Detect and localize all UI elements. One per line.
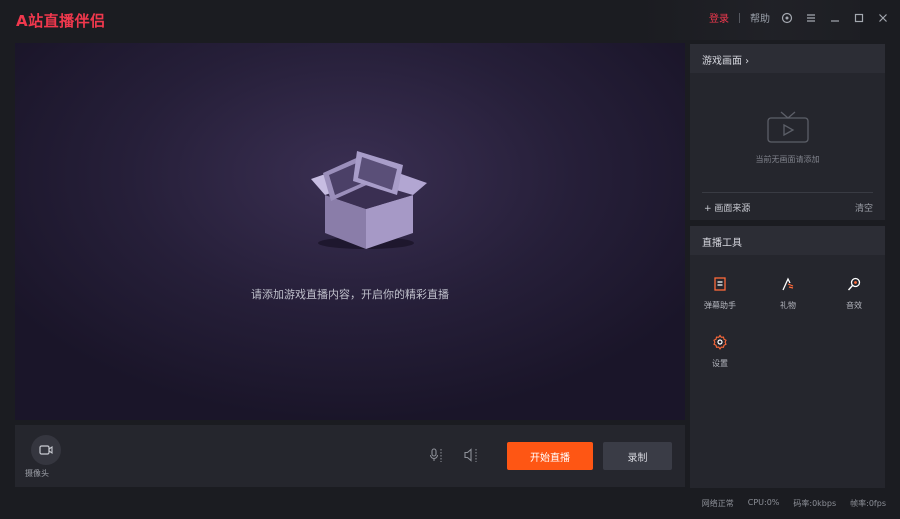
tool-danmaku[interactable]: 弹幕助手 bbox=[694, 276, 746, 311]
scene-empty-text: 当前无画面请添加 bbox=[755, 155, 820, 164]
control-bar: 摄像头 开始直播 录制 bbox=[15, 425, 685, 487]
tool-label: 弹幕助手 bbox=[704, 301, 736, 310]
empty-box-icon bbox=[311, 151, 427, 249]
tool-label: 音效 bbox=[846, 301, 862, 310]
camera-button[interactable] bbox=[31, 435, 61, 465]
microphone-icon[interactable] bbox=[429, 447, 445, 467]
app-window: A站直播伴侣 登录 帮助 请添加游戏直播内容，开启你的精彩直播 摄像头 开始直播… bbox=[0, 0, 900, 519]
window-controls: 登录 帮助 bbox=[709, 10, 890, 25]
camera-icon bbox=[39, 445, 53, 455]
cpu-usage: CPU:0% bbox=[747, 498, 780, 507]
empty-preview-hint: 请添加游戏直播内容，开启你的精彩直播 bbox=[251, 288, 449, 301]
tool-sound-effect[interactable]: 音效 bbox=[828, 276, 880, 311]
tools-panel: 直播工具 弹幕助手 礼物 音效 设置 bbox=[690, 226, 885, 488]
settings-icon bbox=[713, 334, 727, 350]
skin-icon[interactable] bbox=[780, 11, 794, 25]
maximize-icon[interactable] bbox=[852, 11, 866, 25]
login-link[interactable]: 登录 bbox=[709, 10, 729, 25]
minimize-icon[interactable] bbox=[828, 11, 842, 25]
tool-label: 设置 bbox=[712, 359, 728, 368]
close-icon[interactable] bbox=[876, 11, 890, 25]
sound-effect-icon bbox=[847, 277, 861, 291]
gift-icon bbox=[782, 277, 794, 291]
add-scene-button[interactable]: + 画面来源 bbox=[704, 201, 750, 214]
divider bbox=[739, 12, 740, 23]
tools-panel-title: 直播工具 bbox=[690, 226, 885, 255]
bitrate: 码率:0kbps bbox=[793, 499, 837, 508]
clear-scenes-button[interactable]: 清空 bbox=[855, 201, 873, 214]
help-link[interactable]: 帮助 bbox=[750, 10, 770, 25]
tool-settings[interactable]: 设置 bbox=[694, 334, 746, 369]
title-bar: A站直播伴侣 登录 帮助 bbox=[0, 0, 900, 40]
frame-rate: 帧率:0fps bbox=[850, 499, 886, 508]
app-logo: A站直播伴侣 bbox=[16, 12, 106, 30]
scene-panel-title[interactable]: 游戏画面 › bbox=[690, 44, 885, 73]
tool-label: 礼物 bbox=[780, 301, 796, 310]
divider bbox=[702, 192, 873, 193]
speaker-icon[interactable] bbox=[463, 447, 481, 467]
danmaku-icon bbox=[714, 277, 726, 291]
tv-icon bbox=[767, 111, 809, 143]
live-preview[interactable]: 请添加游戏直播内容，开启你的精彩直播 bbox=[15, 43, 685, 420]
camera-label: 摄像头 bbox=[25, 469, 49, 478]
scene-panel: 游戏画面 › 当前无画面请添加 + 画面来源 清空 bbox=[690, 44, 885, 220]
start-live-button[interactable]: 开始直播 bbox=[507, 442, 593, 470]
tool-gift[interactable]: 礼物 bbox=[762, 276, 814, 311]
network-status: 网络正常 bbox=[701, 499, 734, 508]
menu-icon[interactable] bbox=[804, 11, 818, 25]
status-bar: 网络正常 CPU:0% 码率:0kbps 帧率:0fps bbox=[702, 498, 886, 509]
record-button[interactable]: 录制 bbox=[603, 442, 672, 470]
